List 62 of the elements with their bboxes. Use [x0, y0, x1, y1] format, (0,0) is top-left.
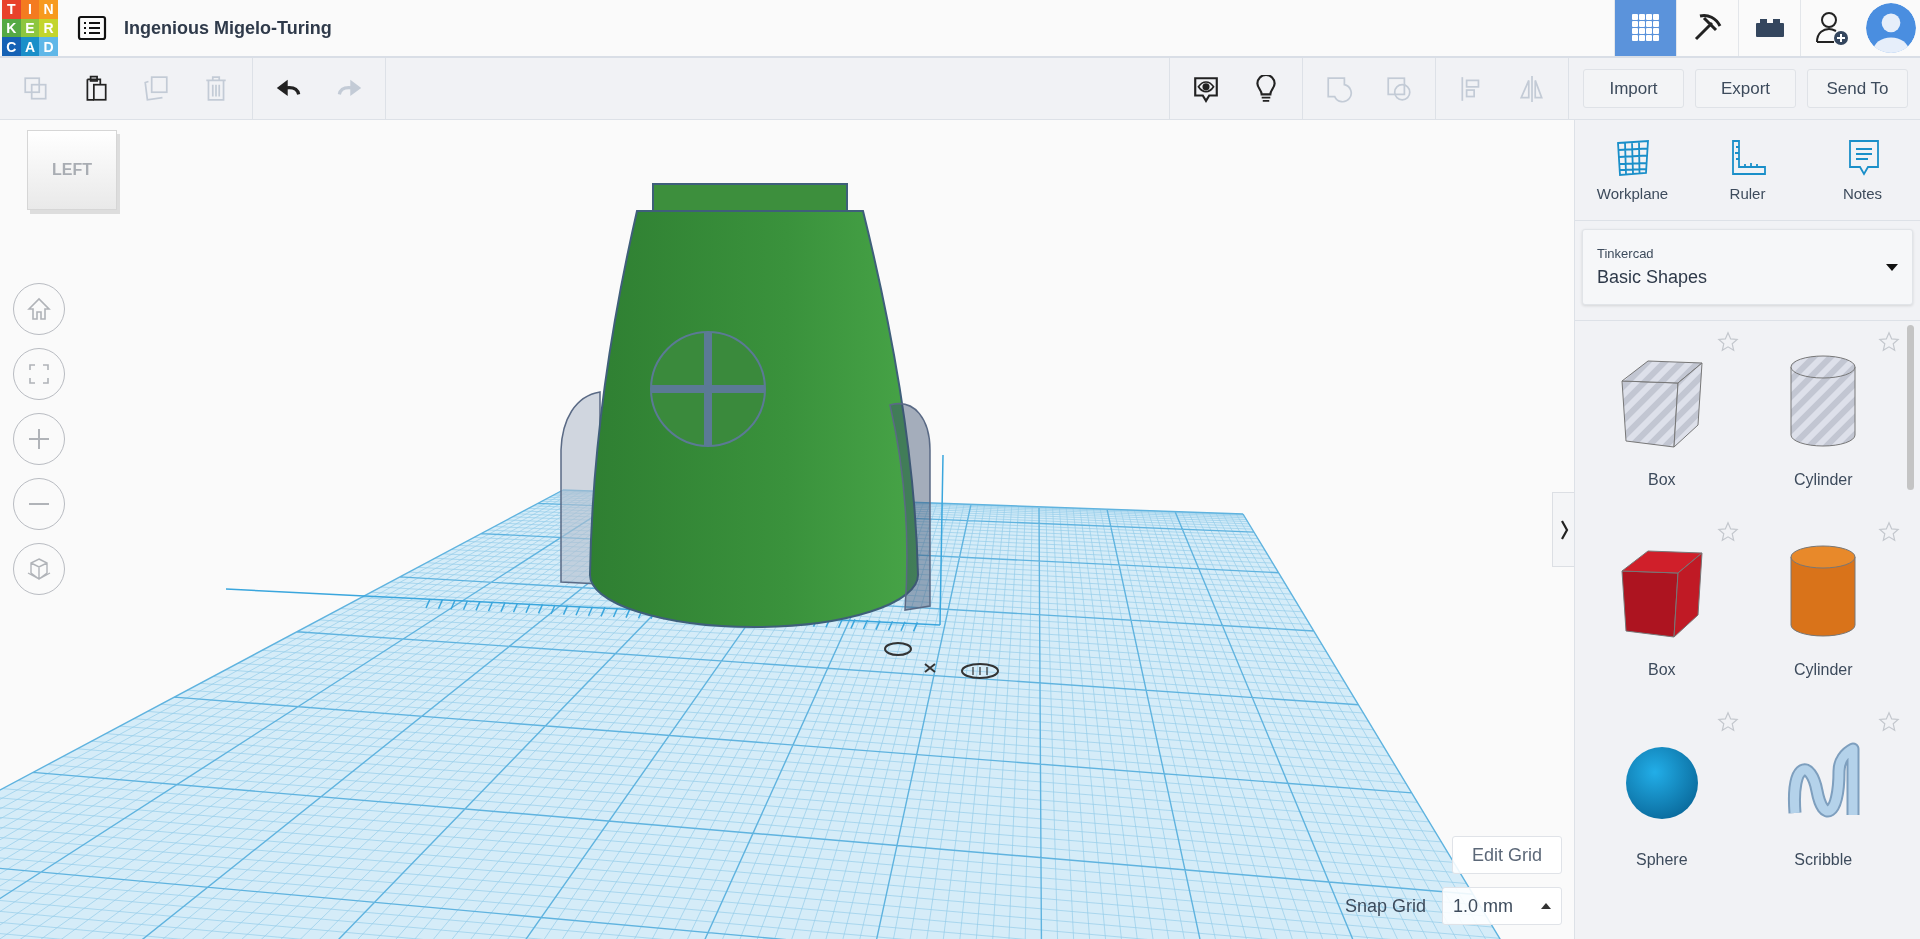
scrollbar[interactable] [1907, 325, 1914, 490]
cube-icon [26, 556, 52, 582]
favorite-star-icon[interactable] [1716, 521, 1739, 543]
shape-item[interactable]: Sphere [1581, 701, 1743, 891]
logo-letter: T [2, 0, 21, 19]
favorite-star-icon[interactable] [1878, 711, 1900, 733]
toolbar-button[interactable]: Import [1583, 69, 1684, 108]
shape-label: Cylinder [1793, 471, 1853, 489]
shape-label: Box [1647, 661, 1676, 679]
shape-item[interactable]: Box [1581, 321, 1743, 511]
grid-icon [1629, 12, 1662, 44]
panel-toggle-button[interactable] [1552, 492, 1574, 567]
logo-letter: C [2, 37, 21, 56]
design-model-drawing[interactable] [225, 183, 999, 679]
logo-letter: K [2, 18, 21, 38]
shape-label: Cylinder [1793, 661, 1853, 679]
home-icon [26, 296, 52, 322]
ruler-tool[interactable]: Ruler [1690, 120, 1805, 220]
toolbar-button[interactable]: Export [1695, 69, 1796, 108]
group-shapes-icon [1325, 74, 1353, 103]
design-title[interactable]: Ingenious Migelo-Turing [124, 17, 332, 39]
logo-letter: R [39, 18, 58, 38]
notes-tool[interactable]: Notes [1805, 120, 1920, 220]
toolbar-button[interactable]: Send To [1807, 69, 1908, 108]
copy-icon [22, 74, 50, 103]
caret-icon [1541, 903, 1551, 909]
corner-brackets-icon [26, 361, 52, 387]
zoom-out-button[interactable] [13, 478, 65, 530]
library-name: Basic Shapes [1597, 267, 1709, 288]
logo-letter: I [20, 0, 40, 19]
ungroup-shapes-icon [1385, 74, 1413, 103]
logo-letter: D [39, 37, 58, 56]
home-view-button[interactable] [13, 283, 65, 335]
workplane-tool[interactable]: Workplane [1575, 120, 1690, 220]
shape-item[interactable]: Cylinder [1742, 511, 1904, 701]
mirror-icon [1518, 74, 1546, 103]
favorite-star-icon[interactable] [1878, 521, 1900, 543]
shape-library-dropdown[interactable]: Tinkercad Basic Shapes [1582, 229, 1913, 305]
snap-grid-select[interactable]: 1.0 mm [1442, 887, 1562, 925]
zoom-in-button[interactable] [13, 413, 65, 465]
shape-label: Sphere [1635, 851, 1688, 869]
shape-label: Scribble [1794, 851, 1853, 869]
add-user-icon [1813, 10, 1850, 46]
favorite-star-icon[interactable] [1878, 331, 1900, 353]
projection-button[interactable] [13, 543, 65, 595]
minus-icon [29, 503, 49, 505]
shape-item[interactable]: Scribble [1742, 701, 1904, 891]
fit-view-button[interactable] [13, 348, 65, 400]
plus-icon [26, 426, 52, 452]
favorite-star-icon[interactable] [1716, 331, 1739, 353]
workplane-viewport[interactable]: LEFT Edit Grid Snap Grid 1.0 mm [0, 120, 1574, 939]
favorite-star-icon[interactable] [1716, 711, 1739, 733]
edit-grid-button[interactable]: Edit Grid [1452, 836, 1562, 874]
snap-grid-label: Snap Grid [1344, 895, 1426, 917]
dropdown-caret-icon [1886, 263, 1898, 271]
shape-item[interactable]: Box [1581, 511, 1743, 701]
library-source: Tinkercad [1597, 246, 1655, 261]
logo-letter: N [39, 0, 58, 19]
shape-label: Box [1647, 471, 1676, 489]
duplicate-icon [142, 74, 170, 103]
speech-bubble-eye-icon [1192, 74, 1220, 103]
shape-item[interactable]: Cylinder [1742, 321, 1904, 511]
